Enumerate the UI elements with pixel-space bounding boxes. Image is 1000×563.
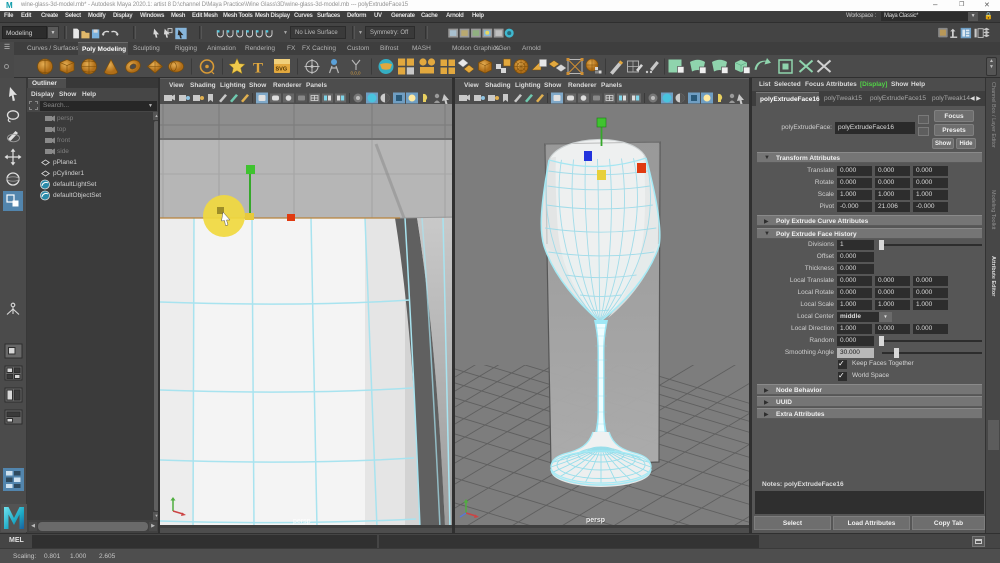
svg-text:persp: persp (586, 517, 605, 524)
svg-text:0,0,0: 0,0,0 (351, 71, 362, 76)
svg-text:persp: persp (293, 518, 311, 525)
svg-text:T: T (253, 61, 263, 77)
svg-text:SVG: SVG (276, 67, 288, 73)
